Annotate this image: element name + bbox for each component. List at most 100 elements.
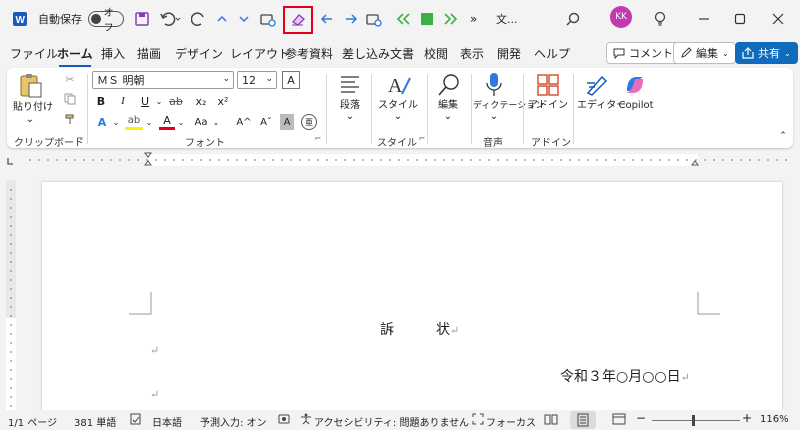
maximize-icon[interactable]: [732, 10, 748, 28]
editing-mode-button[interactable]: 編集 ⌄: [673, 42, 736, 64]
tab-view[interactable]: 表示: [460, 45, 484, 62]
character-shading-button[interactable]: A: [280, 114, 294, 130]
text-predictions[interactable]: 予測入力: オン: [200, 414, 267, 429]
document-date-text[interactable]: 令和３年○月○○日↵: [560, 366, 690, 386]
minimize-icon[interactable]: [696, 10, 712, 28]
spellcheck-icon[interactable]: [130, 413, 142, 425]
language[interactable]: 日本語: [152, 414, 182, 429]
font-color-button[interactable]: A: [159, 114, 175, 130]
paragraph-icon[interactable]: [337, 72, 363, 96]
font-size-combo[interactable]: 12 ⌄: [237, 71, 277, 89]
close-icon[interactable]: [770, 10, 786, 28]
text-effects-button[interactable]: A: [94, 114, 110, 130]
fast-forward-icon[interactable]: [442, 10, 460, 28]
underline-button[interactable]: U: [138, 93, 152, 109]
clear-format-icon[interactable]: A: [282, 71, 300, 89]
chevron-down-icon[interactable]: ⌄: [112, 117, 120, 127]
chevron-down-icon[interactable]: [236, 10, 252, 28]
superscript-button[interactable]: x²: [215, 93, 231, 109]
chevron-down-icon[interactable]: ⌄: [489, 111, 499, 123]
microphone-icon[interactable]: [483, 72, 505, 98]
zoom-slider-thumb[interactable]: [692, 415, 695, 426]
dialog-launcher-icon[interactable]: ⌐: [417, 132, 427, 144]
bold-button[interactable]: B: [94, 93, 108, 109]
web-layout-icon[interactable]: [612, 413, 626, 425]
tab-home[interactable]: ホーム: [57, 45, 93, 67]
document-title[interactable]: 文...: [496, 10, 518, 28]
lightbulb-icon[interactable]: [652, 10, 668, 28]
chevron-up-icon[interactable]: [214, 10, 230, 28]
chevron-down-icon[interactable]: ⌄: [145, 117, 153, 127]
tab-help[interactable]: ヘルプ: [534, 45, 570, 62]
find-icon[interactable]: [435, 72, 463, 98]
paste-label[interactable]: 貼り付け: [13, 102, 53, 114]
tab-developer[interactable]: 開発: [497, 45, 521, 62]
tab-mailings[interactable]: 差し込み文書: [342, 45, 414, 62]
tab-layout[interactable]: レイアウト: [230, 45, 290, 62]
forward-arrow-icon[interactable]: [342, 10, 360, 28]
dialog-launcher-icon[interactable]: ⌐: [75, 132, 85, 144]
page-count[interactable]: 1/1 ページ: [8, 414, 57, 429]
chevron-down-icon[interactable]: ⌄: [177, 117, 185, 127]
tab-file[interactable]: ファイル: [10, 45, 58, 62]
dialog-launcher-icon[interactable]: ⌐: [313, 132, 323, 144]
tab-review[interactable]: 校閲: [424, 45, 448, 62]
accessibility-status[interactable]: アクセシビリティ: 問題ありません: [314, 414, 469, 429]
format-painter-icon[interactable]: [63, 112, 77, 126]
tab-draw[interactable]: 描画: [137, 45, 161, 62]
addins-icon[interactable]: [535, 72, 561, 98]
autosave-toggle[interactable]: オフ: [88, 8, 124, 34]
stop-icon[interactable]: [418, 10, 436, 28]
copy-icon[interactable]: [63, 92, 77, 106]
share-button[interactable]: 共有 ⌄: [735, 42, 798, 64]
enclose-characters-button[interactable]: 亜: [301, 114, 317, 130]
save-icon[interactable]: [133, 10, 151, 28]
zoom-slider[interactable]: [652, 420, 740, 421]
editor-icon[interactable]: [583, 72, 611, 98]
zoom-out-button[interactable]: −: [636, 411, 646, 425]
accessibility-icon[interactable]: [300, 413, 312, 425]
cut-icon[interactable]: ✂: [63, 72, 77, 86]
collapse-ribbon-icon[interactable]: ⌃: [777, 130, 789, 142]
tab-insert[interactable]: 挿入: [101, 45, 125, 62]
word-count[interactable]: 381 単語: [74, 414, 116, 429]
subscript-button[interactable]: x₂: [193, 93, 209, 109]
paste-icon[interactable]: [17, 72, 45, 100]
chevron-down-icon[interactable]: ⌄: [443, 111, 453, 123]
font-name-combo[interactable]: ＭＳ 明朝 ⌄: [92, 71, 234, 89]
highlight-color-button[interactable]: ab: [125, 114, 143, 130]
chevron-down-icon[interactable]: ⌄: [25, 114, 35, 126]
zoom-level[interactable]: 116%: [760, 414, 789, 425]
comment-button[interactable]: コメント: [606, 42, 680, 64]
italic-button[interactable]: I: [116, 93, 130, 109]
zoom-in-button[interactable]: +: [742, 411, 752, 425]
tab-design[interactable]: デザイン: [175, 45, 223, 62]
copilot-icon[interactable]: [621, 72, 649, 98]
document-page[interactable]: 訴 状↵ ↵ 令和３年○月○○日↵ ↵: [42, 182, 782, 410]
focus-icon[interactable]: [472, 413, 484, 425]
tab-references[interactable]: 参考資料: [285, 45, 333, 62]
back-arrow-icon[interactable]: [318, 10, 336, 28]
chevron-down-icon[interactable]: ⌄: [345, 111, 355, 123]
vertical-ruler[interactable]: [4, 180, 18, 412]
read-mode-icon[interactable]: [544, 413, 558, 425]
chevron-down-icon[interactable]: ⌄: [155, 96, 163, 106]
macro-record-icon[interactable]: [278, 413, 290, 425]
document-title-text[interactable]: 訴 状↵: [380, 319, 459, 339]
horizontal-ruler[interactable]: [0, 152, 800, 168]
search-icon[interactable]: [564, 10, 582, 28]
focus-mode[interactable]: フォーカス: [486, 414, 536, 429]
chevron-down-icon[interactable]: ⌄: [212, 117, 220, 127]
redo-icon[interactable]: [190, 10, 208, 28]
print-layout-button[interactable]: [570, 411, 596, 429]
addins-button[interactable]: アドイン: [528, 100, 568, 112]
screen-share-icon[interactable]: [258, 10, 278, 28]
styles-icon[interactable]: A: [385, 72, 413, 98]
grow-font-button[interactable]: A^: [235, 114, 253, 130]
rewind-icon[interactable]: [394, 10, 412, 28]
avatar[interactable]: KK: [610, 6, 632, 28]
screen-share-2-icon[interactable]: [364, 10, 384, 28]
undo-icon[interactable]: [158, 10, 184, 28]
chevron-down-icon[interactable]: ⌄: [393, 111, 403, 123]
copilot-button[interactable]: Copilot: [613, 100, 659, 112]
